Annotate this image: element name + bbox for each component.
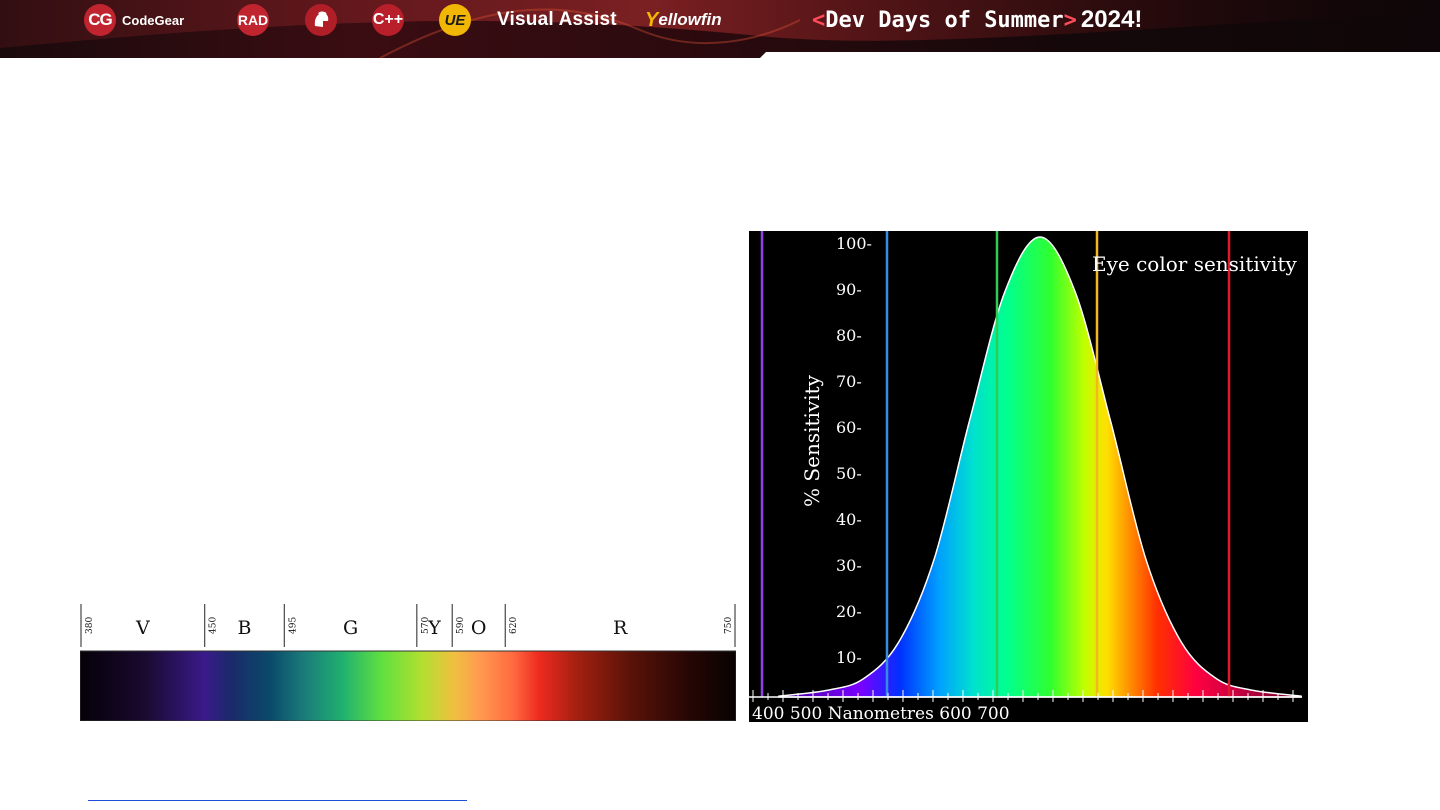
chart-title: Eye color sensitivity [1092,252,1297,276]
visual-assist-logo[interactable]: Visual Assist [497,0,617,40]
codegear-wordmark: CodeGear [122,12,185,28]
rad-logo[interactable]: RAD [237,0,269,40]
spectrum-band-label: O [471,617,487,639]
x-axis-label: Nanometres [822,704,934,722]
dev-days-close-bracket: > [1063,7,1077,33]
spectrum-tick-label: 450 [209,617,219,634]
rad-badge-icon: RAD [237,4,269,36]
yellowfin-wordmark: ellowfin [658,10,722,29]
codegear-logo[interactable]: CG CodeGear [84,0,184,40]
sensitivity-svg: 100- 90- 80- 70- 60- 50- 40- 30- 20- 10- Eye colo… [749,231,1302,722]
dev-days-open-bracket: < [812,7,826,33]
spectrum-band-label: Y [427,617,441,639]
spectrum-tick-label: 380 [85,617,95,634]
y-tick-label: 60- [836,418,862,437]
y-axis-label: % Sensitivity [800,374,824,507]
x-tick-label: 700 [972,704,1010,722]
dev-days-year: 2024! [1080,6,1143,33]
y-tick-label: 10- [836,648,862,667]
spectrum-tick-label: 750 [724,617,734,634]
x-tick-label: 400 [752,704,784,722]
yellowfin-y-glyph: Y [645,8,659,31]
x-tick-label: 500 [784,704,822,722]
spectrum-svg: 380 450 495 570 590 620 750V B G Y O R [80,604,736,721]
spectrum-band-label: G [343,617,358,639]
y-tick-label: 20- [836,602,862,621]
event-banner: CG CodeGear RAD C++ UE Visual Assist Yel… [0,0,1440,58]
spectrum-tick-label: 495 [288,617,298,634]
eye-sensitivity-chart: 100- 90- 80- 70- 60- 50- 40- 30- 20- 10- Eye colo… [749,231,1308,722]
y-tick-label: 90- [836,280,862,299]
spectrum-band-label: B [238,617,252,639]
x-tick-label: 600 [934,704,972,722]
y-tick-label: 40- [836,510,862,529]
spectrum-tick-label: 590 [456,617,466,634]
y-tick-label: 80- [836,326,862,345]
y-tick-label: 70- [836,372,862,391]
spectrum-band-label: R [613,617,628,639]
y-tick-label: 30- [836,556,862,575]
ue-badge-icon: UE [439,4,471,36]
cpp-builder-logo[interactable]: C++ [372,0,404,40]
codegear-badge-icon: CG [84,4,116,36]
reference-link[interactable] [88,782,467,801]
spectrum-band-labels: 380 450 495 570 590 620 750V B G Y O R [80,604,736,647]
helmet-icon [305,4,337,36]
visible-spectrum-diagram: 380 450 495 570 590 620 750 V B G Y O R [80,600,736,721]
x-axis-labels: 400 500 Nanometres 600 700 [752,704,1010,722]
y-tick-label: 100- [836,234,872,253]
spectrum-color-bar [80,650,736,721]
yellowfin-logo[interactable]: Yellowfin [645,0,722,40]
unreal-engine-logo[interactable]: UE [439,0,471,40]
spectrum-tick-label: 620 [509,617,519,634]
dev-days-name: Dev Days of Summer [825,7,1064,33]
x-label-row: 400 500 Nanometres 600 700 [752,704,1010,722]
spartan-helmet-logo[interactable] [305,0,337,40]
spectrum-band-label: V [135,617,150,639]
y-tick-label: 50- [836,464,862,483]
y-tick-labels: 100- 90- 80- 70- 60- 50- 40- 30- 20- 10- [836,234,872,667]
cpp-badge-icon: C++ [372,4,404,36]
dev-days-title: < Dev Days of Summer >2024! [812,3,1142,37]
